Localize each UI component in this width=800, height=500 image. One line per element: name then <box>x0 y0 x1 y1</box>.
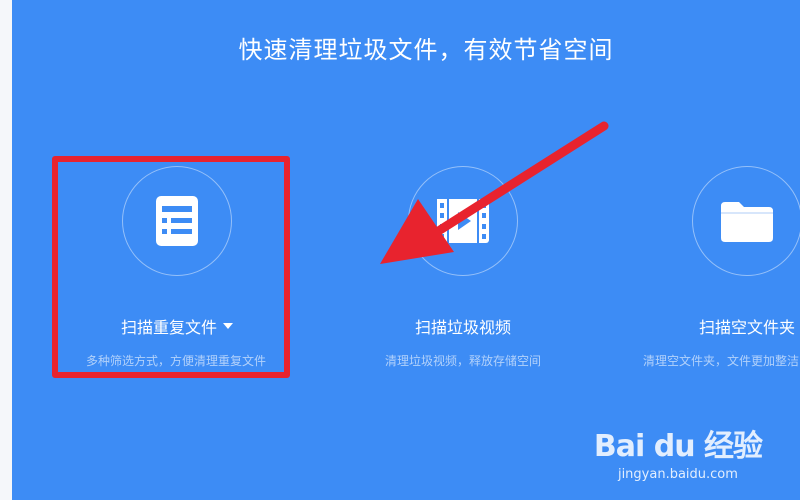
baidu-logo: Bai du 经验 <box>593 429 763 464</box>
watermark-url: jingyan.baidu.com <box>617 467 738 482</box>
baidu-jingyan-watermark: Bai du 经验 jingyan.baidu.com <box>593 421 763 482</box>
